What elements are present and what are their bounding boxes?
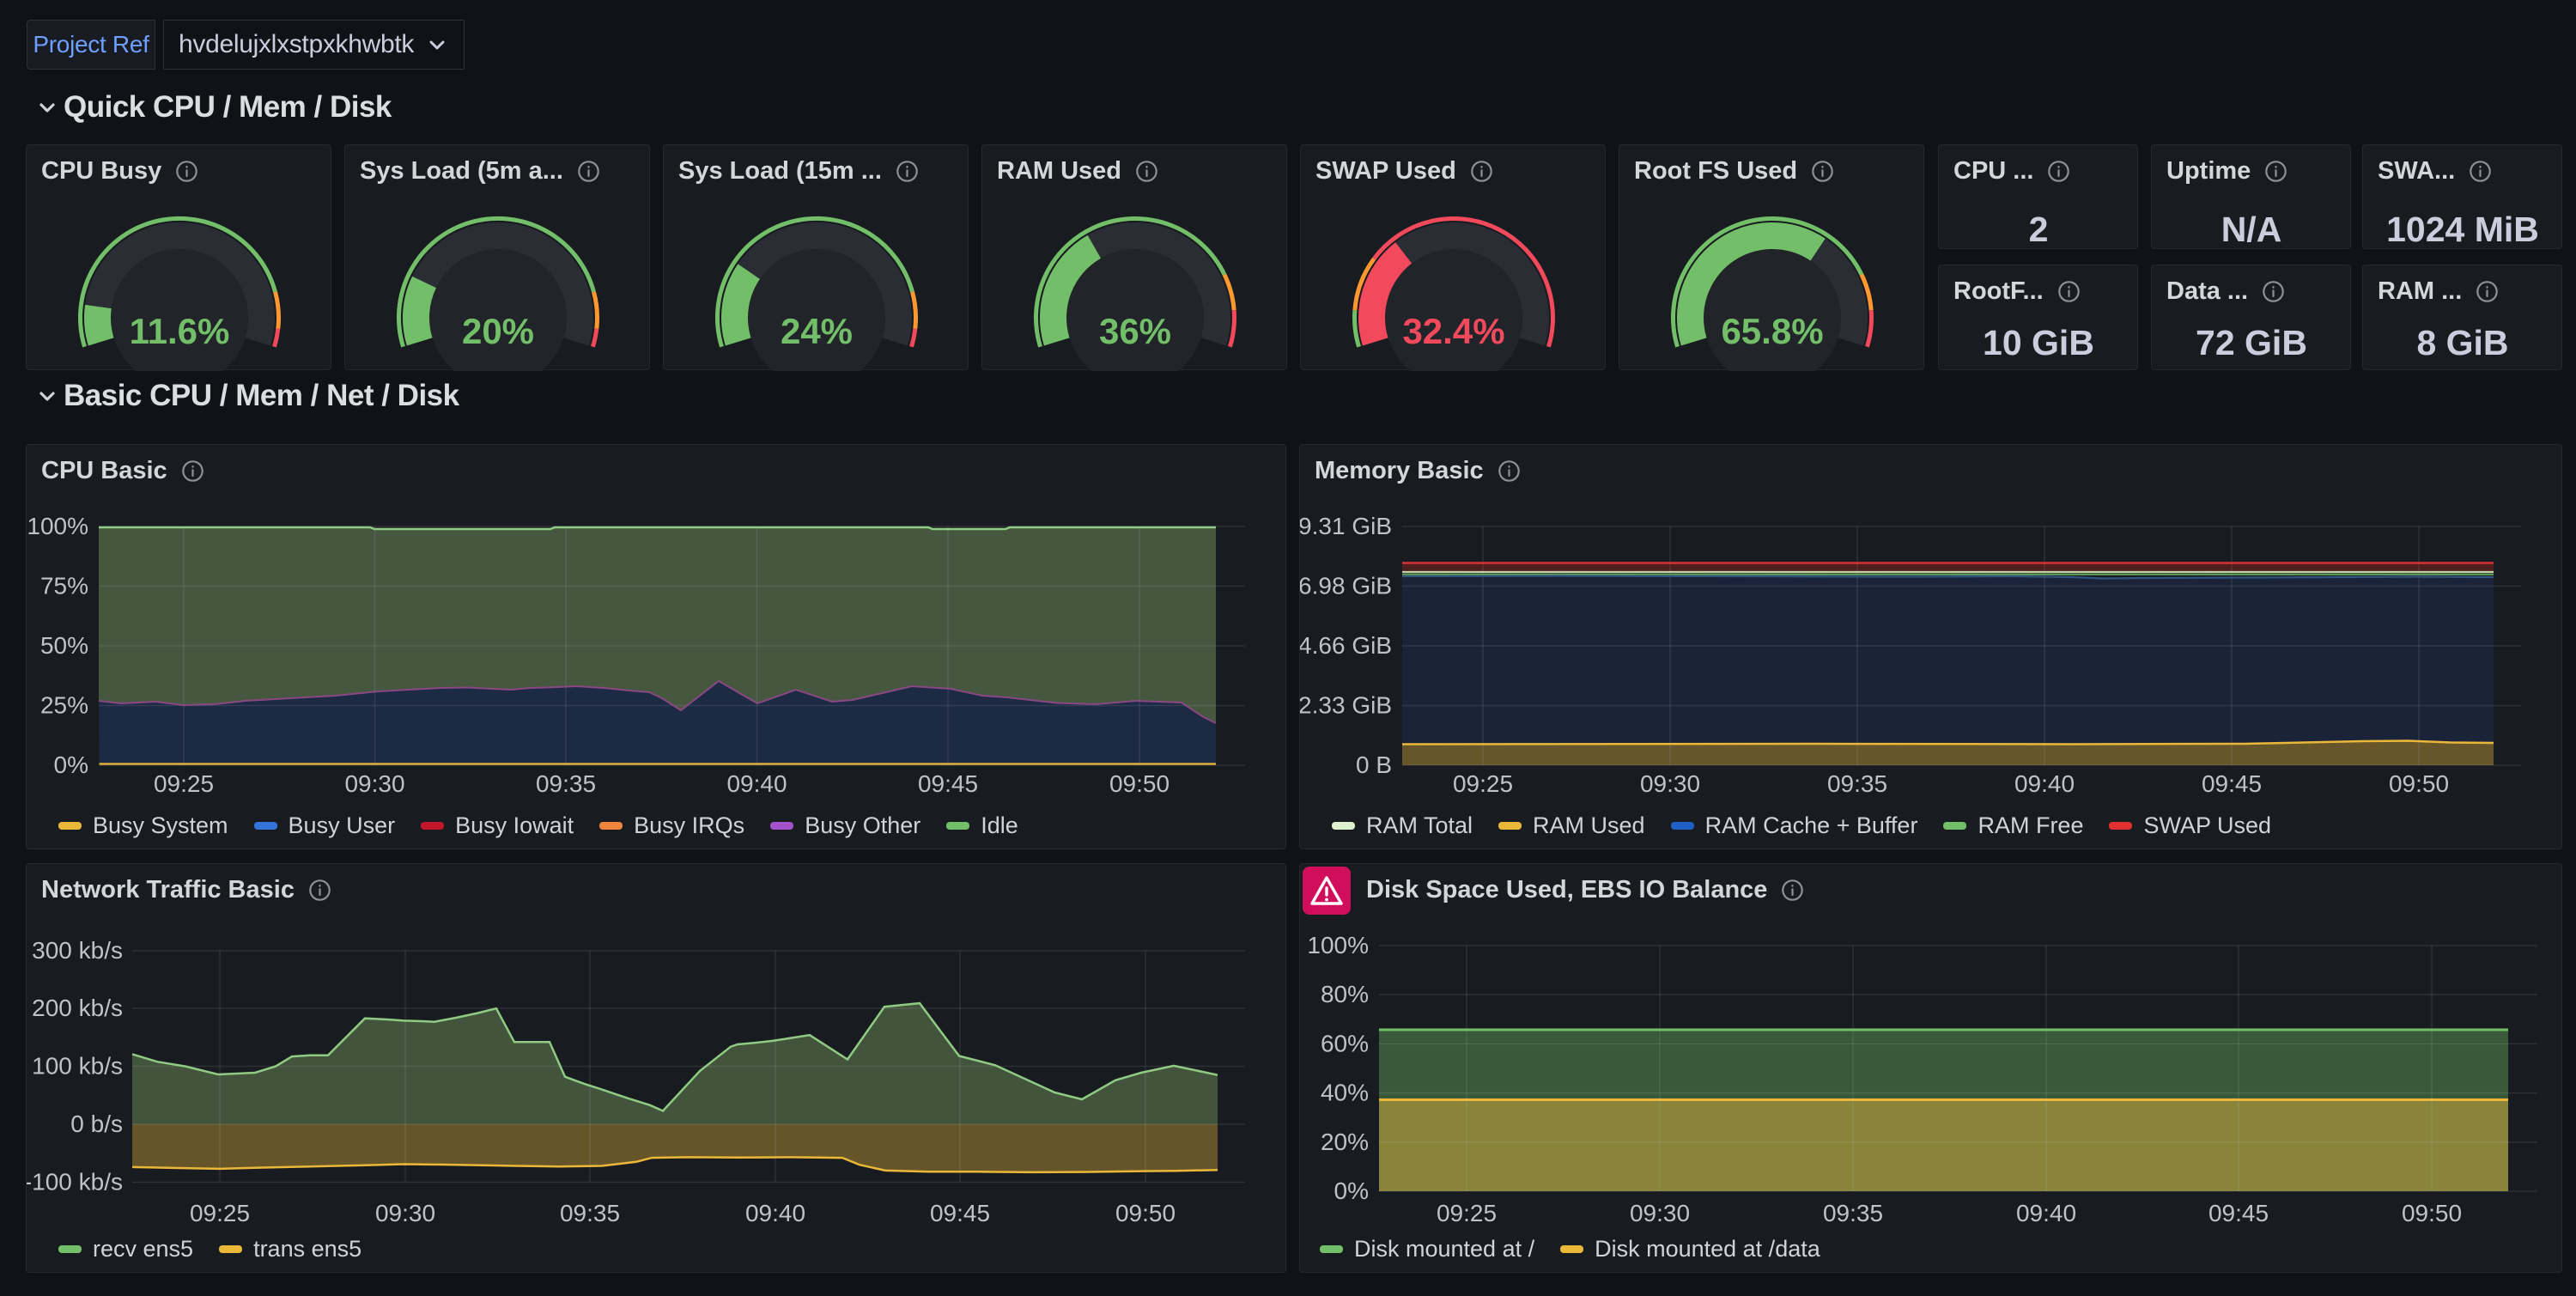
svg-text:0 B: 0 B [1356,751,1392,778]
svg-text:09:30: 09:30 [1640,770,1700,797]
svg-text:09:25: 09:25 [154,770,214,797]
svg-text:09:50: 09:50 [1115,1200,1176,1226]
svg-text:6.98 GiB: 6.98 GiB [1300,573,1392,599]
svg-text:09:25: 09:25 [190,1200,250,1226]
svg-text:-100 kb/s: -100 kb/s [27,1169,123,1196]
svg-text:100%: 100% [1307,932,1369,958]
svg-text:09:35: 09:35 [1823,1200,1883,1226]
svg-text:09:35: 09:35 [536,770,596,797]
svg-text:09:35: 09:35 [1827,770,1887,797]
svg-text:60%: 60% [1321,1030,1369,1056]
svg-text:2.33 GiB: 2.33 GiB [1300,692,1392,719]
svg-text:09:40: 09:40 [726,770,787,797]
svg-text:N/A: N/A [2221,210,2282,249]
svg-text:100%: 100% [27,513,88,539]
svg-text:50%: 50% [40,632,88,659]
svg-text:65.8%: 65.8% [1721,311,1823,351]
svg-text:09:40: 09:40 [2016,1200,2076,1226]
svg-text:09:35: 09:35 [560,1200,620,1226]
svg-text:09:30: 09:30 [344,770,404,797]
svg-text:0%: 0% [54,751,88,778]
svg-text:40%: 40% [1321,1080,1369,1106]
svg-text:32.4%: 32.4% [1402,311,1504,351]
svg-text:80%: 80% [1321,981,1369,1007]
svg-text:09:30: 09:30 [375,1200,435,1226]
svg-text:09:40: 09:40 [745,1200,805,1226]
svg-text:09:50: 09:50 [2402,1200,2462,1226]
svg-text:20%: 20% [462,311,534,351]
svg-text:09:50: 09:50 [1109,770,1170,797]
svg-text:9.31 GiB: 9.31 GiB [1300,513,1392,539]
svg-text:09:45: 09:45 [2208,1200,2269,1226]
svg-text:100 kb/s: 100 kb/s [32,1053,123,1080]
svg-text:2: 2 [2029,210,2049,249]
svg-text:0 b/s: 0 b/s [70,1110,123,1137]
svg-text:25%: 25% [40,692,88,719]
svg-text:09:30: 09:30 [1630,1200,1690,1226]
svg-text:09:45: 09:45 [918,770,978,797]
svg-text:0%: 0% [1334,1177,1369,1204]
svg-text:09:25: 09:25 [1453,770,1513,797]
svg-text:75%: 75% [40,573,88,599]
svg-text:200 kb/s: 200 kb/s [32,995,123,1021]
svg-text:36%: 36% [1099,311,1171,351]
svg-text:300 kb/s: 300 kb/s [32,937,123,964]
svg-text:11.6%: 11.6% [130,311,230,351]
svg-text:8 GiB: 8 GiB [2416,323,2508,362]
svg-text:24%: 24% [781,311,853,351]
svg-text:09:45: 09:45 [930,1200,990,1226]
svg-text:20%: 20% [1321,1129,1369,1155]
svg-text:09:40: 09:40 [2014,770,2075,797]
svg-text:72 GiB: 72 GiB [2196,323,2307,362]
svg-text:09:25: 09:25 [1437,1200,1497,1226]
svg-text:4.66 GiB: 4.66 GiB [1300,632,1392,659]
svg-text:10 GiB: 10 GiB [1983,323,2094,362]
svg-text:1024 MiB: 1024 MiB [2386,210,2539,249]
svg-text:09:50: 09:50 [2389,770,2449,797]
svg-text:09:45: 09:45 [2202,770,2262,797]
